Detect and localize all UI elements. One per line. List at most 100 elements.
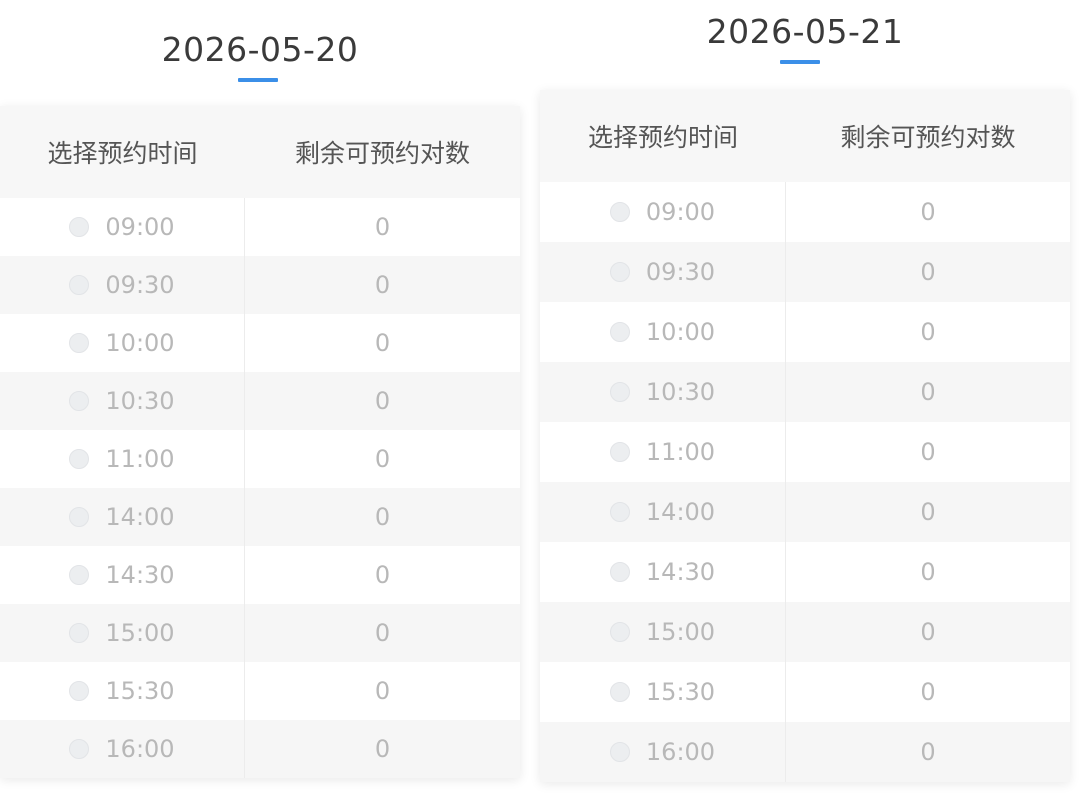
time-cell[interactable]: 15:30 bbox=[0, 662, 245, 720]
table-row[interactable]: 09:30 0 bbox=[540, 242, 1070, 302]
time-cell[interactable]: 16:00 bbox=[540, 722, 786, 782]
column-header-remaining: 剩余可预约对数 bbox=[294, 139, 470, 168]
time-cell[interactable]: 10:30 bbox=[540, 362, 786, 422]
time-slot-label: 15:30 bbox=[645, 678, 716, 706]
time-slot-label: 09:00 bbox=[645, 198, 716, 226]
time-slot-label: 16:00 bbox=[645, 738, 716, 766]
remaining-count: 0 bbox=[374, 619, 391, 647]
time-slot-label: 09:30 bbox=[645, 258, 716, 286]
time-slot-label: 14:30 bbox=[645, 558, 716, 586]
time-cell[interactable]: 10:00 bbox=[540, 302, 786, 362]
table-header: 选择预约时间 剩余可预约对数 bbox=[0, 106, 520, 198]
table-row[interactable]: 16:00 0 bbox=[540, 722, 1070, 782]
time-slot-radio[interactable] bbox=[69, 217, 90, 237]
remaining-count: 0 bbox=[920, 618, 936, 646]
time-slot-radio[interactable] bbox=[69, 623, 90, 643]
time-slot-label: 15:00 bbox=[645, 618, 716, 646]
table-row[interactable]: 09:30 0 bbox=[0, 256, 520, 314]
date-tab-title[interactable]: 2026-05-20 bbox=[0, 30, 520, 69]
time-slot-label: 10:30 bbox=[645, 378, 716, 406]
time-slot-radio[interactable] bbox=[69, 449, 90, 469]
time-slot-radio[interactable] bbox=[609, 742, 630, 762]
remaining-count: 0 bbox=[920, 438, 936, 466]
schedule-table: 选择预约时间 剩余可预约对数 09:00 0 09:30 0 10:00 0 10:30 0 1… bbox=[0, 106, 520, 778]
time-cell[interactable]: 15:00 bbox=[540, 602, 786, 662]
time-slot-radio[interactable] bbox=[69, 507, 90, 527]
time-cell[interactable]: 15:00 bbox=[0, 604, 245, 662]
table-row[interactable]: 09:00 0 bbox=[540, 182, 1070, 242]
day-panel-2: 2026-05-21 选择预约时间 剩余可预约对数 09:00 0 09:30 0 10… bbox=[540, 0, 1070, 810]
time-slot-radio[interactable] bbox=[609, 562, 630, 582]
time-slot-label: 09:00 bbox=[105, 213, 175, 241]
time-slot-radio[interactable] bbox=[69, 333, 90, 353]
time-cell[interactable]: 11:00 bbox=[540, 422, 786, 482]
time-slot-radio[interactable] bbox=[609, 202, 630, 222]
time-slot-label: 15:00 bbox=[105, 619, 175, 647]
table-row[interactable]: 15:00 0 bbox=[540, 602, 1070, 662]
table-header: 选择预约时间 剩余可预约对数 bbox=[540, 90, 1070, 182]
time-slot-radio[interactable] bbox=[609, 502, 630, 522]
table-row[interactable]: 16:00 0 bbox=[0, 720, 520, 778]
time-cell[interactable]: 09:00 bbox=[540, 182, 786, 242]
time-slot-label: 14:00 bbox=[645, 498, 716, 526]
table-row[interactable]: 10:30 0 bbox=[0, 372, 520, 430]
remaining-count: 0 bbox=[374, 561, 391, 589]
date-tab-title[interactable]: 2026-05-21 bbox=[540, 12, 1070, 51]
time-cell[interactable]: 14:00 bbox=[540, 482, 786, 542]
time-slot-radio[interactable] bbox=[609, 382, 630, 402]
time-slot-radio[interactable] bbox=[69, 681, 90, 701]
time-slot-radio[interactable] bbox=[609, 262, 630, 282]
time-slot-radio[interactable] bbox=[69, 739, 90, 759]
time-cell[interactable]: 10:30 bbox=[0, 372, 245, 430]
remaining-count: 0 bbox=[920, 258, 936, 286]
column-header-remaining: 剩余可预约对数 bbox=[840, 123, 1016, 152]
table-row[interactable]: 10:00 0 bbox=[0, 314, 520, 372]
time-cell[interactable]: 16:00 bbox=[0, 720, 245, 778]
column-header-time: 选择预约时间 bbox=[47, 139, 198, 168]
time-slot-radio[interactable] bbox=[609, 322, 630, 342]
table-row[interactable]: 15:30 0 bbox=[540, 662, 1070, 722]
time-cell[interactable]: 11:00 bbox=[0, 430, 245, 488]
remaining-count: 0 bbox=[374, 735, 391, 763]
table-row[interactable]: 14:30 0 bbox=[540, 542, 1070, 602]
column-header-time: 选择预约时间 bbox=[587, 123, 738, 152]
time-slot-radio[interactable] bbox=[69, 391, 90, 411]
table-row[interactable]: 14:00 0 bbox=[0, 488, 520, 546]
time-slot-label: 14:30 bbox=[105, 561, 175, 589]
time-slot-label: 10:30 bbox=[105, 387, 175, 415]
remaining-count: 0 bbox=[374, 677, 391, 705]
table-row[interactable]: 10:00 0 bbox=[540, 302, 1070, 362]
time-slot-radio[interactable] bbox=[69, 275, 90, 295]
remaining-count: 0 bbox=[920, 198, 936, 226]
remaining-count: 0 bbox=[920, 678, 936, 706]
time-slot-radio[interactable] bbox=[69, 565, 90, 585]
time-cell[interactable]: 14:30 bbox=[0, 546, 245, 604]
table-row[interactable]: 14:00 0 bbox=[540, 482, 1070, 542]
table-row[interactable]: 15:00 0 bbox=[0, 604, 520, 662]
remaining-count: 0 bbox=[374, 329, 391, 357]
time-cell[interactable]: 09:30 bbox=[0, 256, 245, 314]
remaining-count: 0 bbox=[920, 558, 936, 586]
time-slot-label: 10:00 bbox=[645, 318, 716, 346]
time-cell[interactable]: 09:30 bbox=[540, 242, 786, 302]
table-row[interactable]: 15:30 0 bbox=[0, 662, 520, 720]
time-slot-radio[interactable] bbox=[609, 442, 630, 462]
remaining-count: 0 bbox=[920, 318, 936, 346]
day-panel-1: 2026-05-20 选择预约时间 剩余可预约对数 09:00 0 09:30 0 10… bbox=[0, 0, 520, 810]
time-cell[interactable]: 15:30 bbox=[540, 662, 786, 722]
table-row[interactable]: 09:00 0 bbox=[0, 198, 520, 256]
remaining-count: 0 bbox=[374, 445, 391, 473]
time-cell[interactable]: 10:00 bbox=[0, 314, 245, 372]
time-cell[interactable]: 09:00 bbox=[0, 198, 245, 256]
active-tab-underline bbox=[238, 78, 278, 82]
time-slot-label: 15:30 bbox=[105, 677, 175, 705]
table-row[interactable]: 11:00 0 bbox=[540, 422, 1070, 482]
table-row[interactable]: 14:30 0 bbox=[0, 546, 520, 604]
table-row[interactable]: 10:30 0 bbox=[540, 362, 1070, 422]
time-slot-radio[interactable] bbox=[609, 622, 630, 642]
time-cell[interactable]: 14:00 bbox=[0, 488, 245, 546]
time-slot-radio[interactable] bbox=[609, 682, 630, 702]
time-cell[interactable]: 14:30 bbox=[540, 542, 786, 602]
remaining-count: 0 bbox=[920, 378, 936, 406]
table-row[interactable]: 11:00 0 bbox=[0, 430, 520, 488]
